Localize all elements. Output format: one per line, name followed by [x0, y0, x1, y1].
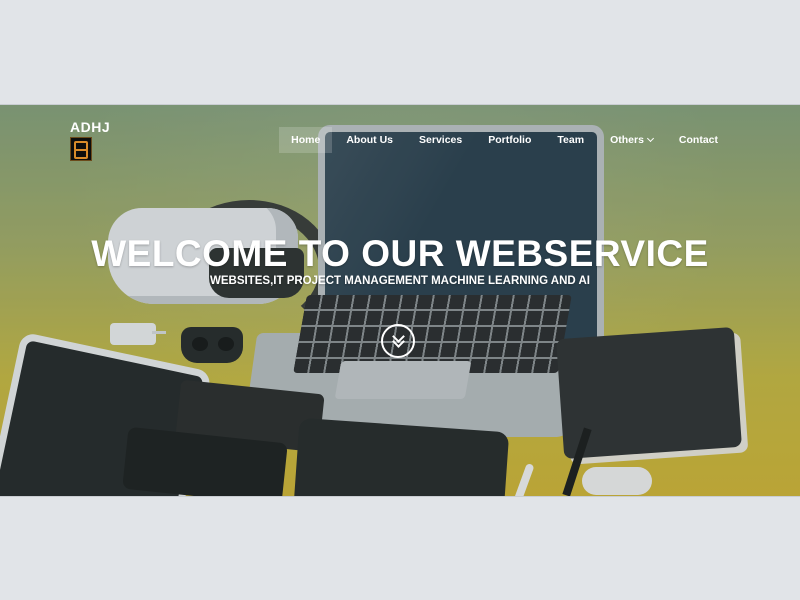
hero-overlay: [0, 105, 800, 496]
main-navigation: Home About Us Services Portfolio Team Ot…: [277, 127, 730, 153]
hero-subtitle: WEBSITES,IT PROJECT MANAGEMENT MACHINE L…: [210, 275, 590, 287]
nav-item-team[interactable]: Team: [545, 127, 596, 153]
brand[interactable]: ADHJ: [70, 119, 110, 161]
chevron-down-icon: [646, 134, 654, 143]
nav-item-home[interactable]: Home: [279, 127, 333, 153]
nav-item-contact[interactable]: Contact: [667, 127, 730, 153]
hero-title: WELCOME TO OUR WEBSERVICE: [91, 233, 709, 274]
hero-background-image: [0, 105, 800, 496]
brand-name[interactable]: ADHJ: [70, 119, 110, 135]
nav-item-services[interactable]: Services: [407, 127, 474, 153]
nav-item-others[interactable]: Others: [598, 127, 665, 153]
scroll-down-button[interactable]: [381, 324, 415, 358]
website-frame: ADHJ Home About Us Services Portfolio Te…: [0, 104, 800, 497]
nav-item-about-us[interactable]: About Us: [334, 127, 405, 153]
nav-item-others-label: Others: [610, 134, 644, 146]
adhj-logo-icon[interactable]: [70, 137, 92, 161]
nav-item-portfolio[interactable]: Portfolio: [476, 127, 543, 153]
